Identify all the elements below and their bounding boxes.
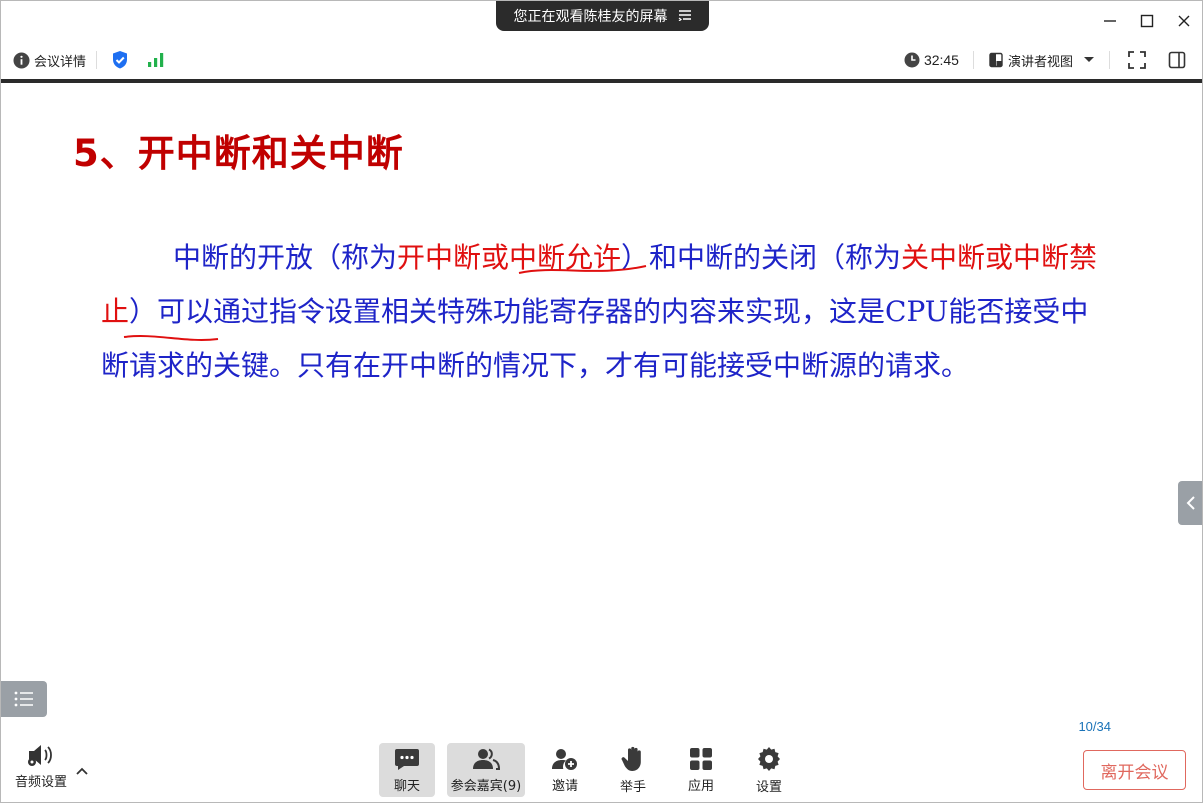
page-indicator: 10/34 <box>1078 719 1111 734</box>
invite-button[interactable]: 邀请 <box>537 743 593 797</box>
close-button[interactable] <box>1165 1 1202 41</box>
fullscreen-icon <box>1128 51 1146 69</box>
info-icon <box>13 52 30 68</box>
toolbar-divider <box>972 51 974 69</box>
toolbar-divider <box>1109 51 1110 69</box>
participants-label: 参会嘉宾(9) <box>450 778 522 794</box>
timer-text: 32:45 <box>923 52 959 68</box>
title-bar: 您正在观看陈桂友的屏幕 <box>1 1 1202 41</box>
fullscreen-button[interactable] <box>1124 47 1150 73</box>
sidebar-toggle-button[interactable] <box>1164 47 1190 73</box>
view-mode-dropdown[interactable]: 演讲者视图 <box>988 51 1095 70</box>
leave-meeting-button[interactable]: 离开会议 <box>1083 750 1186 790</box>
menu-icon[interactable] <box>678 7 692 25</box>
window-controls <box>1091 1 1202 41</box>
list-icon <box>14 691 33 707</box>
meeting-tools: 聊天 参会嘉宾(9) 邀请 举手 应用 设置 <box>379 743 809 797</box>
body-segment-highlight: 开中断或中断允许 <box>397 241 622 274</box>
screen-share-banner[interactable]: 您正在观看陈桂友的屏幕 <box>496 1 709 31</box>
chat-icon <box>395 748 419 770</box>
meeting-info-button[interactable]: 会议详情 <box>13 51 86 70</box>
meeting-timer: 32:45 <box>904 52 959 68</box>
chevron-left-icon <box>1186 496 1195 510</box>
layout-icon <box>989 52 1003 68</box>
raise-hand-button[interactable]: 举手 <box>605 743 661 797</box>
security-button[interactable] <box>107 47 133 73</box>
toolbar-divider <box>96 51 98 69</box>
speaker-icon <box>28 745 52 766</box>
bottom-control-bar: 音频设置 聊天 参会嘉宾(9) 邀请 举手 应用 设置 离开会议 <box>1 733 1202 802</box>
body-segment: 中断的开放（称为 <box>173 241 398 274</box>
shield-check-icon <box>113 51 128 69</box>
audio-settings-label: 音频设置 <box>15 775 68 790</box>
share-banner-text: 您正在观看陈桂友的屏幕 <box>513 9 668 25</box>
settings-button[interactable]: 设置 <box>741 743 797 797</box>
slide-body: 中断的开放（称为开中断或中断允许）和中断的关闭（称为关中断或中断禁止）可以通过指… <box>101 231 1101 393</box>
chat-label: 聊天 <box>393 778 420 794</box>
minimize-icon <box>1103 20 1116 22</box>
slide-title: 5、开中断和关中断 <box>73 132 404 175</box>
participants-icon <box>473 748 500 770</box>
network-status-button[interactable] <box>143 47 169 73</box>
sidebar-icon <box>1168 51 1186 69</box>
view-mode-label: 演讲者视图 <box>1007 54 1073 70</box>
body-segment: ）可以通过指令设置相关特殊功能寄存器的内容来实现，这是CPU能否接受中断请求的关… <box>101 295 1089 382</box>
audio-options-caret[interactable] <box>75 761 89 780</box>
audio-settings-button[interactable]: 音频设置 <box>15 743 67 790</box>
raise-hand-icon <box>621 746 641 771</box>
meeting-window: 您正在观看陈桂友的屏幕 会议详情 32:45 演讲者视图 5、开中断和关中断 中… <box>0 0 1203 803</box>
slide-list-button[interactable] <box>1 681 47 717</box>
maximize-button[interactable] <box>1128 1 1165 41</box>
invite-label: 邀请 <box>551 778 578 794</box>
collapse-panel-button[interactable] <box>1178 481 1202 525</box>
close-icon <box>1178 15 1189 27</box>
apps-icon <box>690 747 712 770</box>
apps-label: 应用 <box>687 778 714 794</box>
chat-button[interactable]: 聊天 <box>379 743 435 797</box>
clock-icon <box>904 52 920 68</box>
raise-hand-label: 举手 <box>619 779 646 795</box>
settings-label: 设置 <box>755 779 782 795</box>
chevron-up-icon <box>76 767 88 775</box>
apps-button[interactable]: 应用 <box>673 743 729 797</box>
meeting-info-label: 会议详情 <box>34 54 87 70</box>
maximize-icon <box>1140 14 1153 28</box>
minimize-button[interactable] <box>1091 1 1128 41</box>
settings-icon <box>758 746 780 771</box>
caret-down-icon <box>1084 57 1094 62</box>
meeting-toolbar: 会议详情 32:45 演讲者视图 <box>1 41 1202 79</box>
invite-icon <box>552 748 577 770</box>
participants-button[interactable]: 参会嘉宾(9) <box>447 743 525 797</box>
shared-screen: 5、开中断和关中断 中断的开放（称为开中断或中断允许）和中断的关闭（称为关中断或… <box>1 83 1202 734</box>
signal-icon <box>148 53 164 67</box>
body-segment: ）和中断的关闭（称为 <box>621 241 902 274</box>
